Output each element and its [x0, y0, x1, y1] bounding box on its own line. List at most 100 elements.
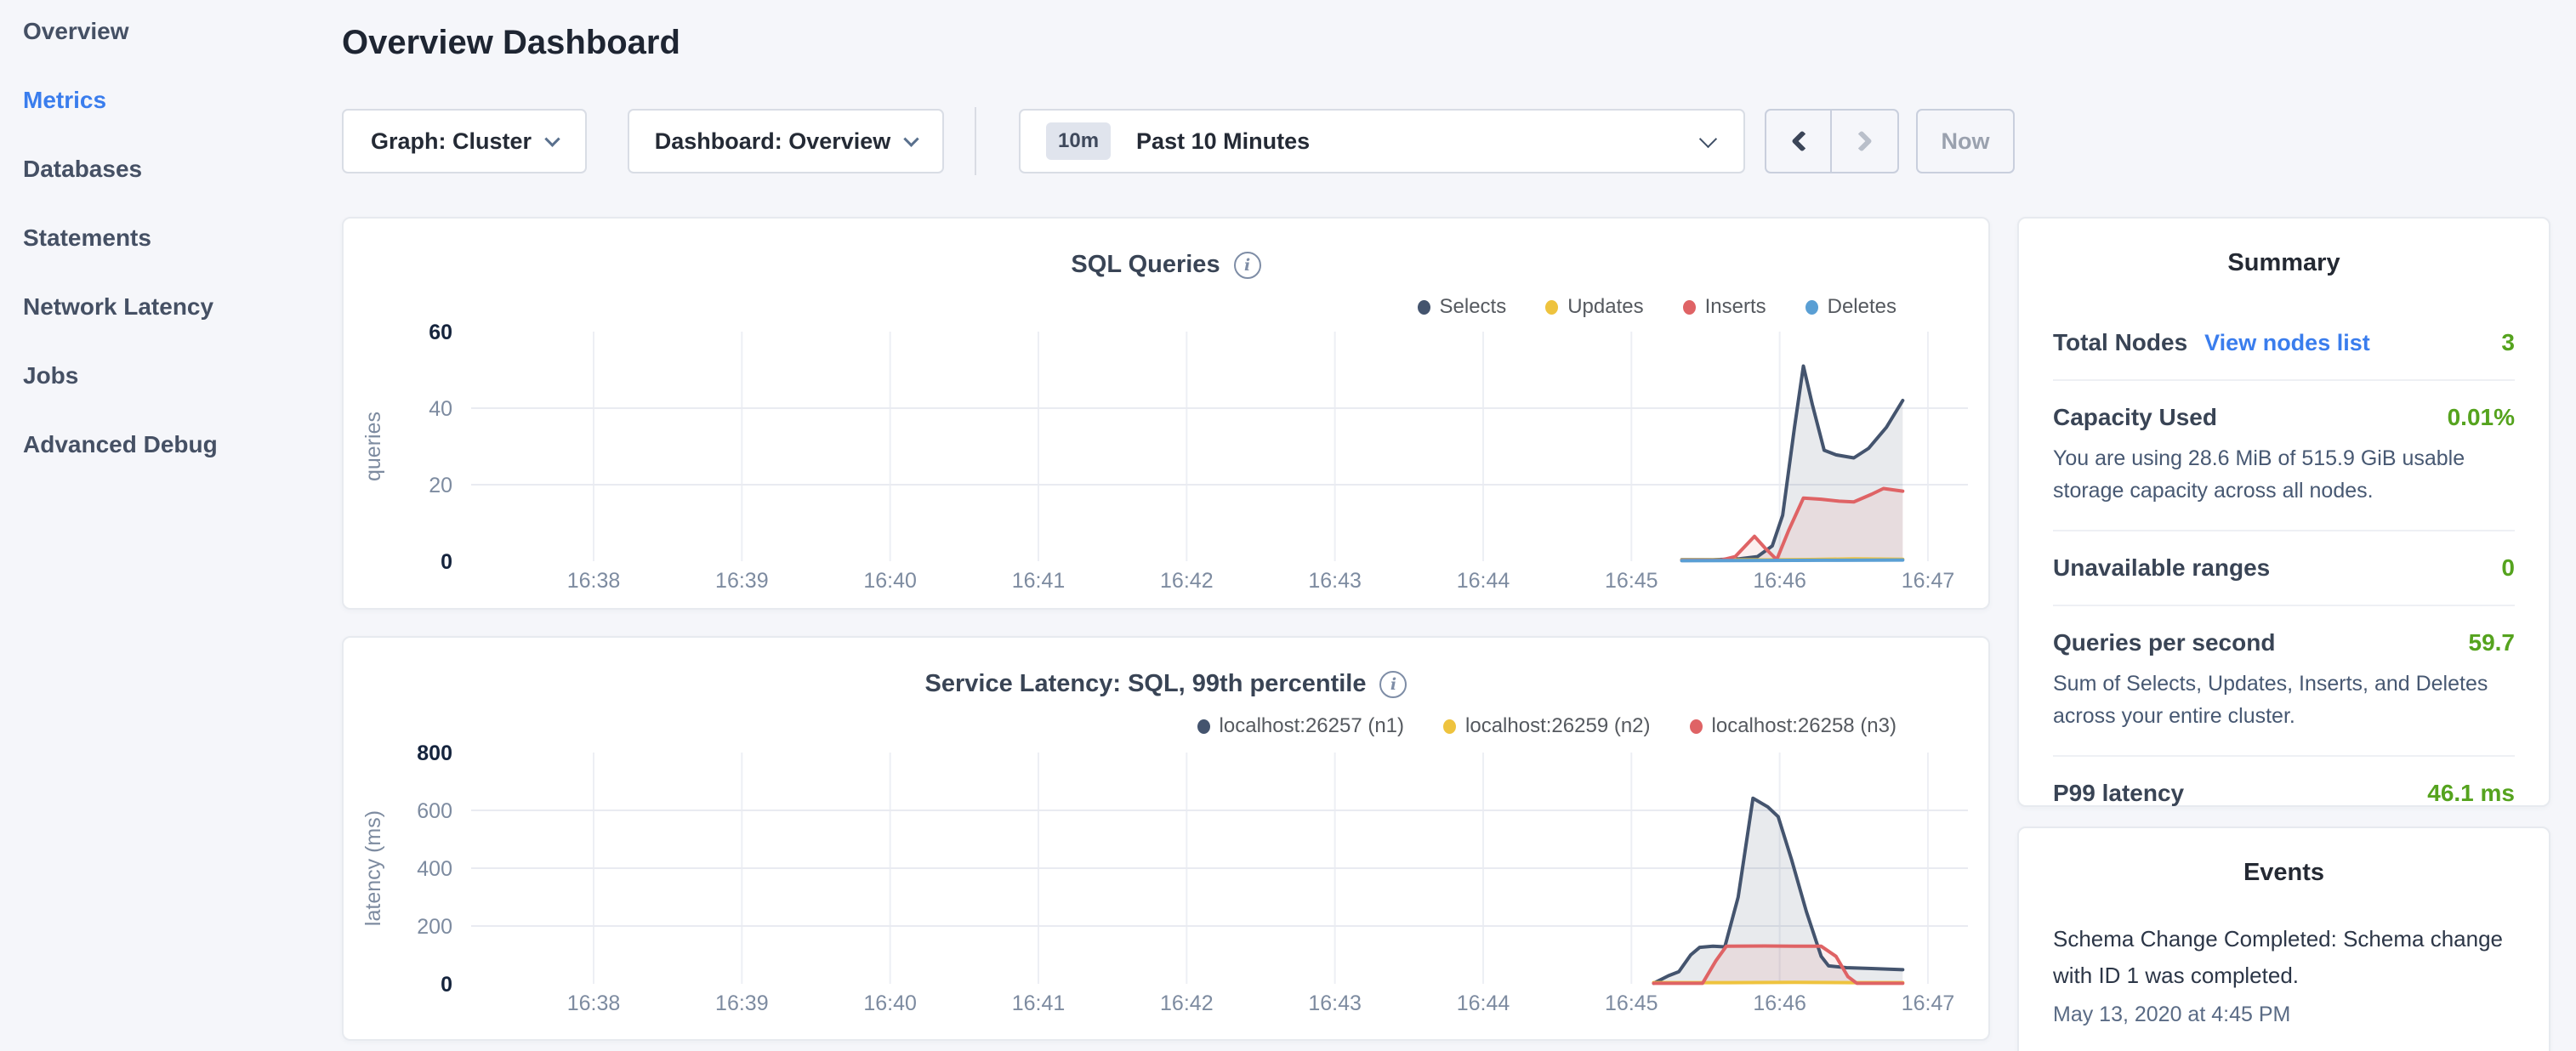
chevron-down-icon	[1699, 130, 1717, 148]
svg-text:400: 400	[417, 857, 452, 881]
legend-item-selects: Selects	[1418, 295, 1507, 319]
summary-panel: Summary Total NodesView nodes list3Capac…	[2017, 217, 2550, 807]
sidebar-item-network-latency[interactable]: Network Latency	[23, 293, 329, 321]
svg-text:16:39: 16:39	[715, 991, 769, 1015]
summary-row-label: Capacity Used	[2053, 404, 2217, 431]
chart-title: SQL Queries	[1071, 251, 1220, 279]
svg-text:latency (ms): latency (ms)	[361, 810, 385, 926]
summary-row-description: Sum of Selects, Updates, Inserts, and De…	[2053, 668, 2515, 732]
svg-text:16:41: 16:41	[1012, 569, 1066, 593]
summary-row-value: 3	[2501, 329, 2515, 356]
svg-text:200: 200	[417, 915, 452, 939]
events-list: Schema Change Completed: Schema change w…	[2053, 921, 2515, 1027]
legend-item-localhost-26258-n3-: localhost:26258 (n3)	[1690, 714, 1896, 738]
graph-scope-dropdown[interactable]: Graph: Cluster	[342, 109, 587, 173]
legend-dot-icon	[1805, 300, 1818, 315]
legend-dot-icon	[1545, 300, 1558, 315]
time-range-dropdown[interactable]: 10m Past 10 Minutes	[1019, 109, 1745, 173]
next-interval-button[interactable]	[1832, 111, 1897, 172]
page-title: Overview Dashboard	[342, 24, 680, 62]
sidebar-item-databases[interactable]: Databases	[23, 155, 329, 184]
svg-text:16:40: 16:40	[863, 569, 917, 593]
svg-text:queries: queries	[361, 412, 385, 481]
sidebar-nav: Overview Metrics Databases Statements Networ…	[23, 17, 329, 499]
svg-text:800: 800	[417, 741, 452, 765]
now-button[interactable]: Now	[1916, 109, 2015, 173]
legend-item-localhost-26257-n1-: localhost:26257 (n1)	[1197, 714, 1404, 738]
dashboard-label: Dashboard: Overview	[655, 128, 891, 155]
summary-row-value: 59.7	[2469, 629, 2516, 656]
legend-label: Selects	[1440, 295, 1507, 319]
svg-text:16:43: 16:43	[1308, 569, 1362, 593]
legend-item-deletes: Deletes	[1805, 295, 1896, 319]
summary-row-total-nodes: Total NodesView nodes list3	[2053, 306, 2515, 379]
legend-label: Deletes	[1828, 295, 1896, 319]
summary-row-label: Unavailable ranges	[2053, 554, 2270, 582]
sidebar-item-metrics[interactable]: Metrics	[23, 86, 329, 115]
time-window-badge: 10m	[1046, 122, 1111, 160]
previous-interval-button[interactable]	[1766, 111, 1832, 172]
svg-text:16:38: 16:38	[567, 569, 621, 593]
svg-text:16:43: 16:43	[1308, 991, 1362, 1015]
sidebar-item-jobs[interactable]: Jobs	[23, 361, 329, 390]
service-latency-chart: 020040060080016:3816:3916:4016:4116:4216…	[344, 638, 1992, 1042]
svg-text:16:39: 16:39	[715, 569, 769, 593]
sidebar-item-overview[interactable]: Overview	[23, 17, 329, 46]
legend-label: localhost:26259 (n2)	[1465, 714, 1650, 738]
legend-dot-icon	[1443, 719, 1456, 734]
svg-text:0: 0	[441, 973, 452, 997]
svg-text:16:41: 16:41	[1012, 991, 1066, 1015]
metrics-overview-page: Overview Metrics Databases Statements Networ…	[0, 0, 2576, 1051]
summary-row-capacity-used: Capacity Used0.01%You are using 28.6 MiB…	[2053, 379, 2515, 530]
sql-queries-chart-card: 020406016:3816:3916:4016:4116:4216:4316:…	[342, 217, 1990, 610]
svg-text:16:47: 16:47	[1902, 569, 1955, 593]
time-window-label: Past 10 Minutes	[1136, 128, 1310, 155]
summary-row-unavailable-ranges: Unavailable ranges 0	[2053, 530, 2515, 605]
view-nodes-list-link[interactable]: View nodes list	[2204, 330, 2370, 356]
svg-text:16:46: 16:46	[1753, 569, 1806, 593]
chart-legend: Selects Updates Inserts Deletes	[1418, 295, 1897, 319]
svg-text:0: 0	[441, 550, 452, 574]
svg-text:20: 20	[429, 474, 452, 497]
service-latency-chart-card: 020040060080016:3816:3916:4016:4116:4216…	[342, 636, 1990, 1041]
svg-text:16:44: 16:44	[1457, 991, 1510, 1015]
legend-label: Updates	[1567, 295, 1643, 319]
dashboard-dropdown[interactable]: Dashboard: Overview	[628, 109, 944, 173]
summary-rows: Total NodesView nodes list3Capacity Used…	[2053, 306, 2515, 830]
legend-label: localhost:26257 (n1)	[1220, 714, 1404, 738]
time-step-buttons	[1765, 109, 1899, 173]
legend-label: Inserts	[1705, 295, 1766, 319]
graph-scope-label: Graph: Cluster	[371, 128, 532, 155]
svg-text:16:45: 16:45	[1605, 991, 1658, 1015]
chevron-left-icon	[1791, 130, 1812, 151]
svg-text:16:46: 16:46	[1753, 991, 1806, 1015]
info-icon[interactable]	[1234, 252, 1261, 279]
svg-text:16:42: 16:42	[1160, 991, 1214, 1015]
chevron-down-icon	[904, 131, 919, 146]
legend-item-localhost-26259-n2-: localhost:26259 (n2)	[1443, 714, 1650, 738]
legend-dot-icon	[1683, 300, 1696, 315]
sidebar-item-advanced-debug[interactable]: Advanced Debug	[23, 430, 329, 459]
chevron-down-icon	[544, 131, 560, 146]
summary-row-label: Queries per second	[2053, 629, 2275, 656]
sidebar-item-statements[interactable]: Statements	[23, 224, 329, 253]
summary-row-value: 46.1 ms	[2427, 780, 2515, 807]
svg-text:16:45: 16:45	[1605, 569, 1658, 593]
toolbar-divider	[975, 107, 976, 175]
chart-legend: localhost:26257 (n1) localhost:26259 (n2)…	[1197, 714, 1896, 738]
summary-row-value: 0.01%	[2448, 404, 2515, 431]
legend-dot-icon	[1197, 719, 1210, 734]
svg-text:16:38: 16:38	[567, 991, 621, 1015]
svg-text:16:44: 16:44	[1457, 569, 1510, 593]
svg-text:16:47: 16:47	[1902, 991, 1955, 1015]
summary-row-value: 0	[2501, 554, 2515, 582]
info-icon[interactable]	[1379, 671, 1407, 698]
chevron-right-icon	[1851, 130, 1872, 151]
event-text: Schema Change Completed: Schema change w…	[2053, 921, 2515, 994]
svg-text:16:42: 16:42	[1160, 569, 1214, 593]
svg-text:16:40: 16:40	[863, 991, 917, 1015]
events-panel: Events Schema Change Completed: Schema c…	[2017, 827, 2550, 1051]
summary-row-queries-per-second: Queries per second 59.7 Sum of Selects, Up…	[2053, 605, 2515, 755]
event-timestamp: May 13, 2020 at 4:45 PM	[2053, 1003, 2515, 1027]
legend-dot-icon	[1418, 300, 1430, 315]
